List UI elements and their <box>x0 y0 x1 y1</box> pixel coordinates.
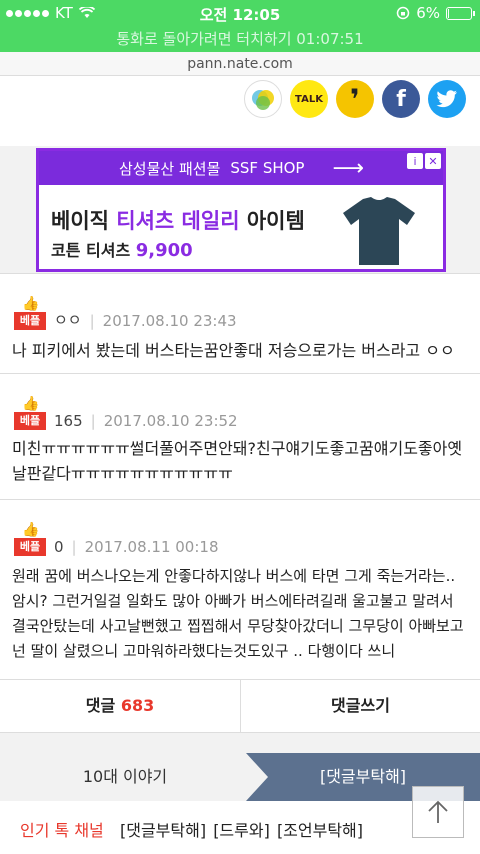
comments-count: 683 <box>120 696 155 715</box>
comments-label: 댓글 <box>85 696 116 715</box>
ad-product: 코튼 티셔츠 <box>51 241 131 260</box>
best-label: 베플 <box>14 538 46 556</box>
channel-link[interactable]: [드루와] <box>213 821 270 840</box>
ad-subline: 코튼 티셔츠 9,900 <box>51 237 193 261</box>
popular-channels: 인기 톡 채널 [댓글부탁해] [드루와] [조언부탁해] <box>0 801 480 854</box>
ad-headline-pre: 베이직 <box>51 209 109 233</box>
facebook-label: f <box>396 86 406 112</box>
kakaotalk-icon[interactable]: TALK <box>290 80 328 118</box>
url-bar[interactable]: pann.nate.com <box>0 52 480 76</box>
ad-close-icon[interactable]: ✕ <box>425 153 441 169</box>
comment-text[interactable]: 원래 꿈에 버스나오는게 안좋다하지않나 버스에 타면 그게 죽는거라는.. 암… <box>12 564 468 664</box>
share-bar: TALK ❜ f <box>0 76 480 146</box>
scroll-top-button[interactable] <box>412 786 464 838</box>
ad-headline-post: 아이템 <box>246 209 305 233</box>
best-badge: 👍 베플 <box>14 296 46 330</box>
kakaotalk-label: TALK <box>295 93 323 105</box>
facebook-icon[interactable]: f <box>382 80 420 118</box>
kakaostory-label: ❜ <box>350 82 360 116</box>
ad-price: 9,900 <box>135 240 193 261</box>
topic-tabs: 10대 이야기 [댓글부탁해] <box>0 753 480 801</box>
best-badge: 👍 베플 <box>14 396 46 430</box>
arrow-right-icon: ⟶ <box>332 155 365 181</box>
comment-text[interactable]: 미친ㅠㅠㅠㅠㅠㅠ썰더풀어주면안돼?친구얘기도좋고꿈얘기도좋아옛날판같다ㅠㅠㅠㅠㅠ… <box>12 436 468 486</box>
ad-headline: 베이직 티셔츠 데일리 아이템 <box>51 205 305 235</box>
section-gap <box>0 733 480 753</box>
thumbs-up-icon: 👍 <box>22 296 40 312</box>
kakaostory-icon[interactable]: ❜ <box>336 80 374 118</box>
ad-banner[interactable]: 삼성물산 패션몰 SSF SHOP ⟶ i ✕ 베이직 티셔츠 데일리 아이템 … <box>36 148 446 272</box>
channel-link[interactable]: [댓글부탁해] <box>120 821 206 840</box>
tab-teen-stories[interactable]: 10대 이야기 <box>0 753 250 801</box>
twitter-icon[interactable] <box>428 80 466 118</box>
ad-headline-accent: 티셔츠 데일리 <box>116 209 240 233</box>
tshirt-image <box>343 197 415 265</box>
ad-brand: 삼성물산 패션몰 <box>119 159 221 178</box>
ad-shop: SSF SHOP <box>230 159 305 177</box>
twitter-bird-icon <box>436 90 457 108</box>
channel-title: 인기 톡 채널 <box>20 821 104 840</box>
battery-icon <box>446 6 475 20</box>
best-label: 베플 <box>14 312 46 330</box>
comment-date: 2017.08.10 23:43 <box>102 312 237 330</box>
battery-percent: 6% <box>416 4 440 22</box>
comment-votes: 165 <box>54 412 83 430</box>
write-comment-label: 댓글쓰기 <box>331 696 390 715</box>
channel-list: [댓글부탁해] [드루와] [조언부탁해] <box>120 817 365 841</box>
comment-votes: ㅇㅇ <box>54 311 82 329</box>
call-return-banner[interactable]: 통화로 돌아가려면 터치하기 01:07:51 <box>0 28 480 49</box>
battery-level <box>448 8 449 18</box>
thumbs-up-icon: 👍 <box>22 396 40 412</box>
divider: | <box>71 538 77 556</box>
rotation-lock-icon <box>396 6 410 20</box>
best-label: 베플 <box>14 412 46 430</box>
colored-circles-icon <box>252 90 274 110</box>
ad-info-icon[interactable]: i <box>407 153 423 169</box>
write-comment-button[interactable]: 댓글쓰기 <box>240 680 480 732</box>
comments-tab[interactable]: 댓글 683 <box>0 680 240 732</box>
comment-item: 👍 베플 ㅇㅇ | 2017.08.10 23:43 나 피키에서 봤는데 버스… <box>0 274 480 385</box>
best-badge: 👍 베플 <box>14 522 46 556</box>
share-generic-icon[interactable] <box>244 80 282 118</box>
comment-item: 👍 베플 0 | 2017.08.11 00:18 원래 꿈에 버스나오는게 안… <box>0 500 480 679</box>
channel-link[interactable]: [조언부탁해] <box>277 821 363 840</box>
ad-header: 삼성물산 패션몰 SSF SHOP ⟶ <box>39 151 443 185</box>
thumbs-up-icon: 👍 <box>22 522 40 538</box>
arrow-up-icon <box>428 800 448 823</box>
divider: | <box>89 312 95 330</box>
ad-area: 삼성물산 패션몰 SSF SHOP ⟶ i ✕ 베이직 티셔츠 데일리 아이템 … <box>0 146 480 274</box>
comment-date: 2017.08.11 00:18 <box>84 538 219 556</box>
comment-date: 2017.08.10 23:52 <box>103 412 238 430</box>
comment-votes: 0 <box>54 538 64 556</box>
divider: | <box>90 412 96 430</box>
comment-actions: 댓글 683 댓글쓰기 <box>0 679 480 733</box>
comment-item: 👍 베플 165 | 2017.08.10 23:52 미친ㅠㅠㅠㅠㅠㅠ썰더풀어… <box>0 374 480 500</box>
status-bar[interactable]: KT 오전 12:05 6% 통화로 돌아가려면 터치하기 01:07:51 <box>0 0 480 52</box>
